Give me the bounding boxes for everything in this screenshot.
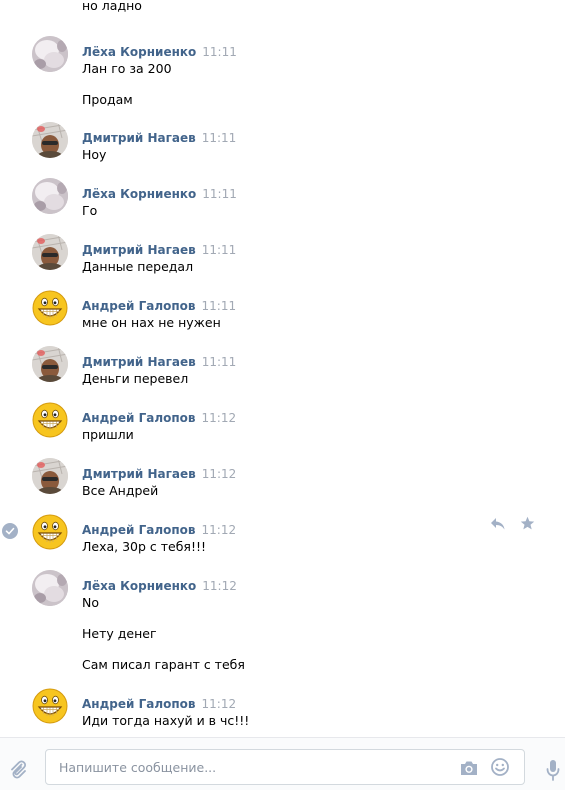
message-header: Дмитрий Нагаев 11:12 [82,466,236,482]
message-text: мне он нах не нужен [82,315,221,330]
message-text: No [82,595,99,610]
message-input[interactable] [57,759,441,776]
avatar[interactable] [32,402,68,438]
avatar[interactable] [32,346,68,382]
message-time[interactable]: 11:11 [202,243,237,257]
sender-name[interactable]: Андрей Галопов [82,523,196,537]
avatar[interactable] [32,570,68,606]
reply-icon[interactable] [490,517,506,531]
message-time[interactable]: 11:12 [202,411,237,425]
message-header: Андрей Галопов 11:12 [82,696,236,712]
message-header: Андрей Галопов 11:12 [82,410,236,426]
sender-name[interactable]: Андрей Галопов [82,411,196,425]
message-text: Иди тогда нахуй и в чс!!! [82,713,250,728]
message-header: Лёха Корниенко 11:11 [82,186,237,202]
sender-name[interactable]: Андрей Галопов [82,697,196,711]
message-header: Лёха Корниенко 11:11 [82,44,237,60]
message-history: но ладно Лёха Корниенко 11:11 Лан го за 20… [0,0,565,737]
message-time[interactable]: 11:12 [202,467,237,481]
message-time[interactable]: 11:12 [202,697,237,711]
message-text: Все Андрей [82,483,159,498]
message-time[interactable]: 11:11 [202,131,237,145]
message-header: Андрей Галопов 11:11 [82,298,236,314]
message-actions [490,516,535,531]
avatar[interactable] [32,290,68,326]
camera-icon[interactable] [459,759,479,777]
message-time[interactable]: 11:11 [202,187,237,201]
message-text: пришли [82,427,134,442]
paperclip-icon[interactable] [8,759,28,781]
sender-name[interactable]: Лёха Корниенко [82,187,196,201]
sender-name[interactable]: Дмитрий Нагаев [82,467,196,481]
sender-name[interactable]: Лёха Корниенко [82,579,196,593]
message-text: Леха, 30р с тебя!!! [82,539,206,554]
avatar[interactable] [32,178,68,214]
avatar[interactable] [32,688,68,724]
message-text: Продам [82,92,133,107]
message-text: Лан го за 200 [82,61,172,76]
star-icon[interactable] [520,516,535,531]
sender-name[interactable]: Дмитрий Нагаев [82,243,196,257]
message-text: Деньги перевел [82,371,189,386]
message-input-box[interactable] [45,749,525,785]
composer-bar [0,737,565,790]
smile-icon[interactable] [490,757,510,777]
avatar[interactable] [32,234,68,270]
sender-name[interactable]: Дмитрий Нагаев [82,355,196,369]
message-text: Сам писал гарант с тебя [82,657,245,672]
avatar[interactable] [32,122,68,158]
message-text: Нету денег [82,626,157,641]
message-header: Дмитрий Нагаев 11:11 [82,354,236,370]
message-text: Ноу [82,147,107,162]
avatar[interactable] [32,514,68,550]
sender-name[interactable]: Андрей Галопов [82,299,196,313]
sender-name[interactable]: Дмитрий Нагаев [82,131,196,145]
message-header: Дмитрий Нагаев 11:11 [82,130,236,146]
message-text: но ладно [82,0,142,13]
message-header: Андрей Галопов 11:12 [82,522,236,538]
microphone-icon[interactable] [546,759,560,781]
sender-name[interactable]: Лёха Корниенко [82,45,196,59]
message-time[interactable]: 11:12 [202,579,237,593]
message-header: Лёха Корниенко 11:12 [82,578,237,594]
avatar[interactable] [32,458,68,494]
message-time[interactable]: 11:11 [202,45,237,59]
message-text: Го [82,203,98,218]
message-time[interactable]: 11:11 [202,355,237,369]
message-time[interactable]: 11:12 [202,523,237,537]
message-time[interactable]: 11:11 [202,299,237,313]
avatar[interactable] [32,36,68,72]
message-text: Данные передал [82,259,194,274]
check-icon[interactable] [2,523,18,539]
message-header: Дмитрий Нагаев 11:11 [82,242,236,258]
